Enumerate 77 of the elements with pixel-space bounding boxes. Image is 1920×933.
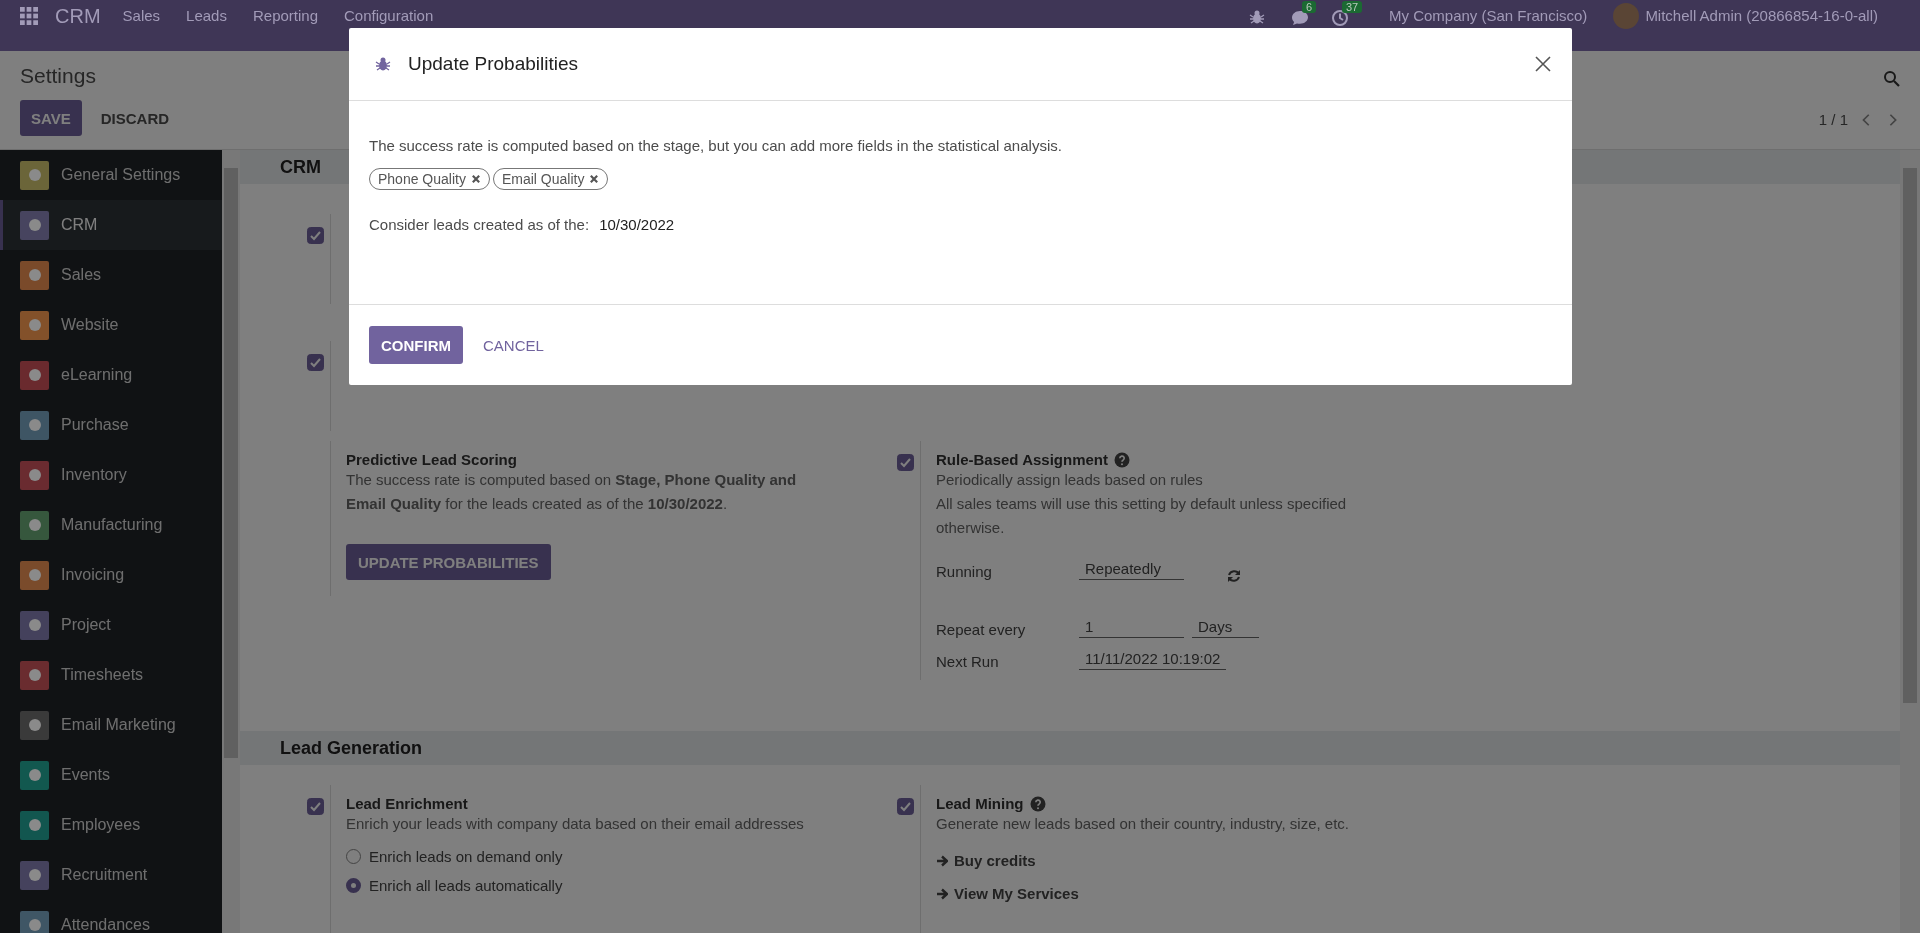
scrollbar[interactable] bbox=[222, 150, 240, 933]
menu-item[interactable]: Configuration bbox=[344, 7, 434, 25]
sidebar-item[interactable]: Email Marketing bbox=[0, 700, 222, 750]
setting-title: Predictive Lead Scoring bbox=[346, 451, 517, 468]
field-label: Consider leads created as of the: bbox=[369, 216, 590, 233]
checkbox[interactable] bbox=[307, 798, 324, 815]
setting-description: Enrich your leads with company data based on their email addresses bbox=[346, 814, 805, 834]
checkbox[interactable] bbox=[307, 354, 324, 371]
setting-title: Lead Mining bbox=[936, 795, 1024, 812]
checkbox[interactable] bbox=[897, 454, 914, 471]
page-title: Settings bbox=[20, 64, 97, 88]
discard-button[interactable]: DISCARD bbox=[89, 100, 181, 136]
sidebar-item[interactable]: Sales bbox=[0, 250, 222, 300]
field-label: Running bbox=[936, 563, 993, 580]
remove-icon[interactable] bbox=[470, 174, 481, 184]
menu-item[interactable]: Sales bbox=[122, 7, 161, 25]
remove-icon[interactable] bbox=[589, 174, 600, 184]
dialog-title: Update Probabilities bbox=[408, 53, 580, 75]
field-label: Repeat every bbox=[936, 621, 1027, 638]
scrollbar[interactable] bbox=[1900, 150, 1920, 933]
sidebar-item[interactable]: Events bbox=[0, 750, 222, 800]
app-name[interactable]: CRM bbox=[55, 5, 101, 27]
sidebar-item[interactable]: Manufacturing bbox=[0, 500, 222, 550]
menu-item[interactable]: Leads bbox=[186, 7, 227, 25]
search-icon[interactable] bbox=[1883, 70, 1900, 87]
input-field[interactable]: 11/11/2022 10:19:02 bbox=[1079, 648, 1227, 670]
checkbox[interactable] bbox=[307, 227, 324, 244]
sidebar-item[interactable]: Inventory bbox=[0, 450, 222, 500]
link[interactable]: View My Services bbox=[936, 885, 1079, 902]
sidebar-item[interactable]: Project bbox=[0, 600, 222, 650]
sidebar-item[interactable]: General Settings bbox=[0, 150, 222, 200]
sidebar-item[interactable]: Invoicing bbox=[0, 550, 222, 600]
link[interactable]: Buy credits bbox=[936, 852, 1036, 869]
help-icon[interactable] bbox=[1029, 795, 1046, 812]
radio-option[interactable]: Enrich leads on demand only bbox=[346, 848, 563, 865]
clock-icon[interactable] bbox=[1330, 9, 1349, 27]
update-probabilities-button[interactable]: UPDATE PROBABILITIES bbox=[346, 544, 551, 580]
pager-value: 1 / 1 bbox=[1818, 111, 1848, 128]
unit-select[interactable]: Days bbox=[1192, 616, 1259, 638]
sidebar-item[interactable]: Employees bbox=[0, 800, 222, 850]
setting-description: Generate new leads based on their country, industry, size, etc. bbox=[936, 814, 1350, 834]
arrow-right-icon bbox=[936, 854, 948, 867]
checkbox[interactable] bbox=[897, 798, 914, 815]
chat-icon[interactable] bbox=[1290, 9, 1309, 27]
bug-icon[interactable] bbox=[1248, 9, 1265, 25]
setting-description: Periodically assign leads based on rules bbox=[936, 470, 1204, 490]
sidebar-item[interactable]: Attendances bbox=[0, 900, 222, 933]
sidebar-item[interactable]: eLearning bbox=[0, 350, 222, 400]
input-field[interactable]: 1 bbox=[1079, 616, 1184, 638]
sidebar-item[interactable]: Timesheets bbox=[0, 650, 222, 700]
arrow-right-icon bbox=[936, 887, 948, 900]
refresh-icon[interactable] bbox=[1226, 568, 1242, 584]
sidebar-item[interactable]: Purchase bbox=[0, 400, 222, 450]
sidebar-item[interactable]: Website bbox=[0, 300, 222, 350]
message-count-badge: 6 bbox=[1301, 1, 1317, 13]
setting-note: All sales teams will use this setting by default unless specified otherwise. bbox=[936, 494, 1348, 538]
help-icon[interactable] bbox=[1114, 451, 1130, 468]
cancel-button[interactable]: CANCEL bbox=[471, 326, 556, 364]
input-field[interactable]: Repeatedly bbox=[1079, 558, 1184, 580]
sidebar-item[interactable]: Recruitment bbox=[0, 850, 222, 900]
user-menu[interactable]: Mitchell Admin (20866854-16-0-all) bbox=[1645, 7, 1878, 25]
date-field[interactable]: 10/30/2022 bbox=[599, 216, 675, 233]
section-header: Lead Generation bbox=[240, 731, 1900, 765]
save-button[interactable]: SAVE bbox=[20, 100, 82, 136]
radio-option[interactable]: Enrich all leads automatically bbox=[346, 877, 563, 894]
activity-count-badge: 37 bbox=[1341, 1, 1363, 13]
setting-title: Rule-Based Assignment bbox=[936, 451, 1108, 468]
sidebar-item[interactable]: CRM bbox=[0, 200, 222, 250]
setting-title: Lead Enrichment bbox=[346, 795, 468, 812]
close-icon[interactable] bbox=[1534, 55, 1552, 73]
field-label: Next Run bbox=[936, 653, 1000, 670]
bug-icon bbox=[375, 56, 391, 72]
setting-description: The success rate is computed based on Stage, Phone Quality and Email Quality for the leads created as of the 10/30/2022. bbox=[346, 470, 798, 514]
confirm-button[interactable]: CONFIRM bbox=[369, 326, 463, 364]
company-switcher[interactable]: My Company (San Francisco) bbox=[1388, 7, 1588, 25]
apps-menu-icon[interactable] bbox=[20, 7, 38, 25]
menu-item[interactable]: Reporting bbox=[252, 7, 318, 25]
